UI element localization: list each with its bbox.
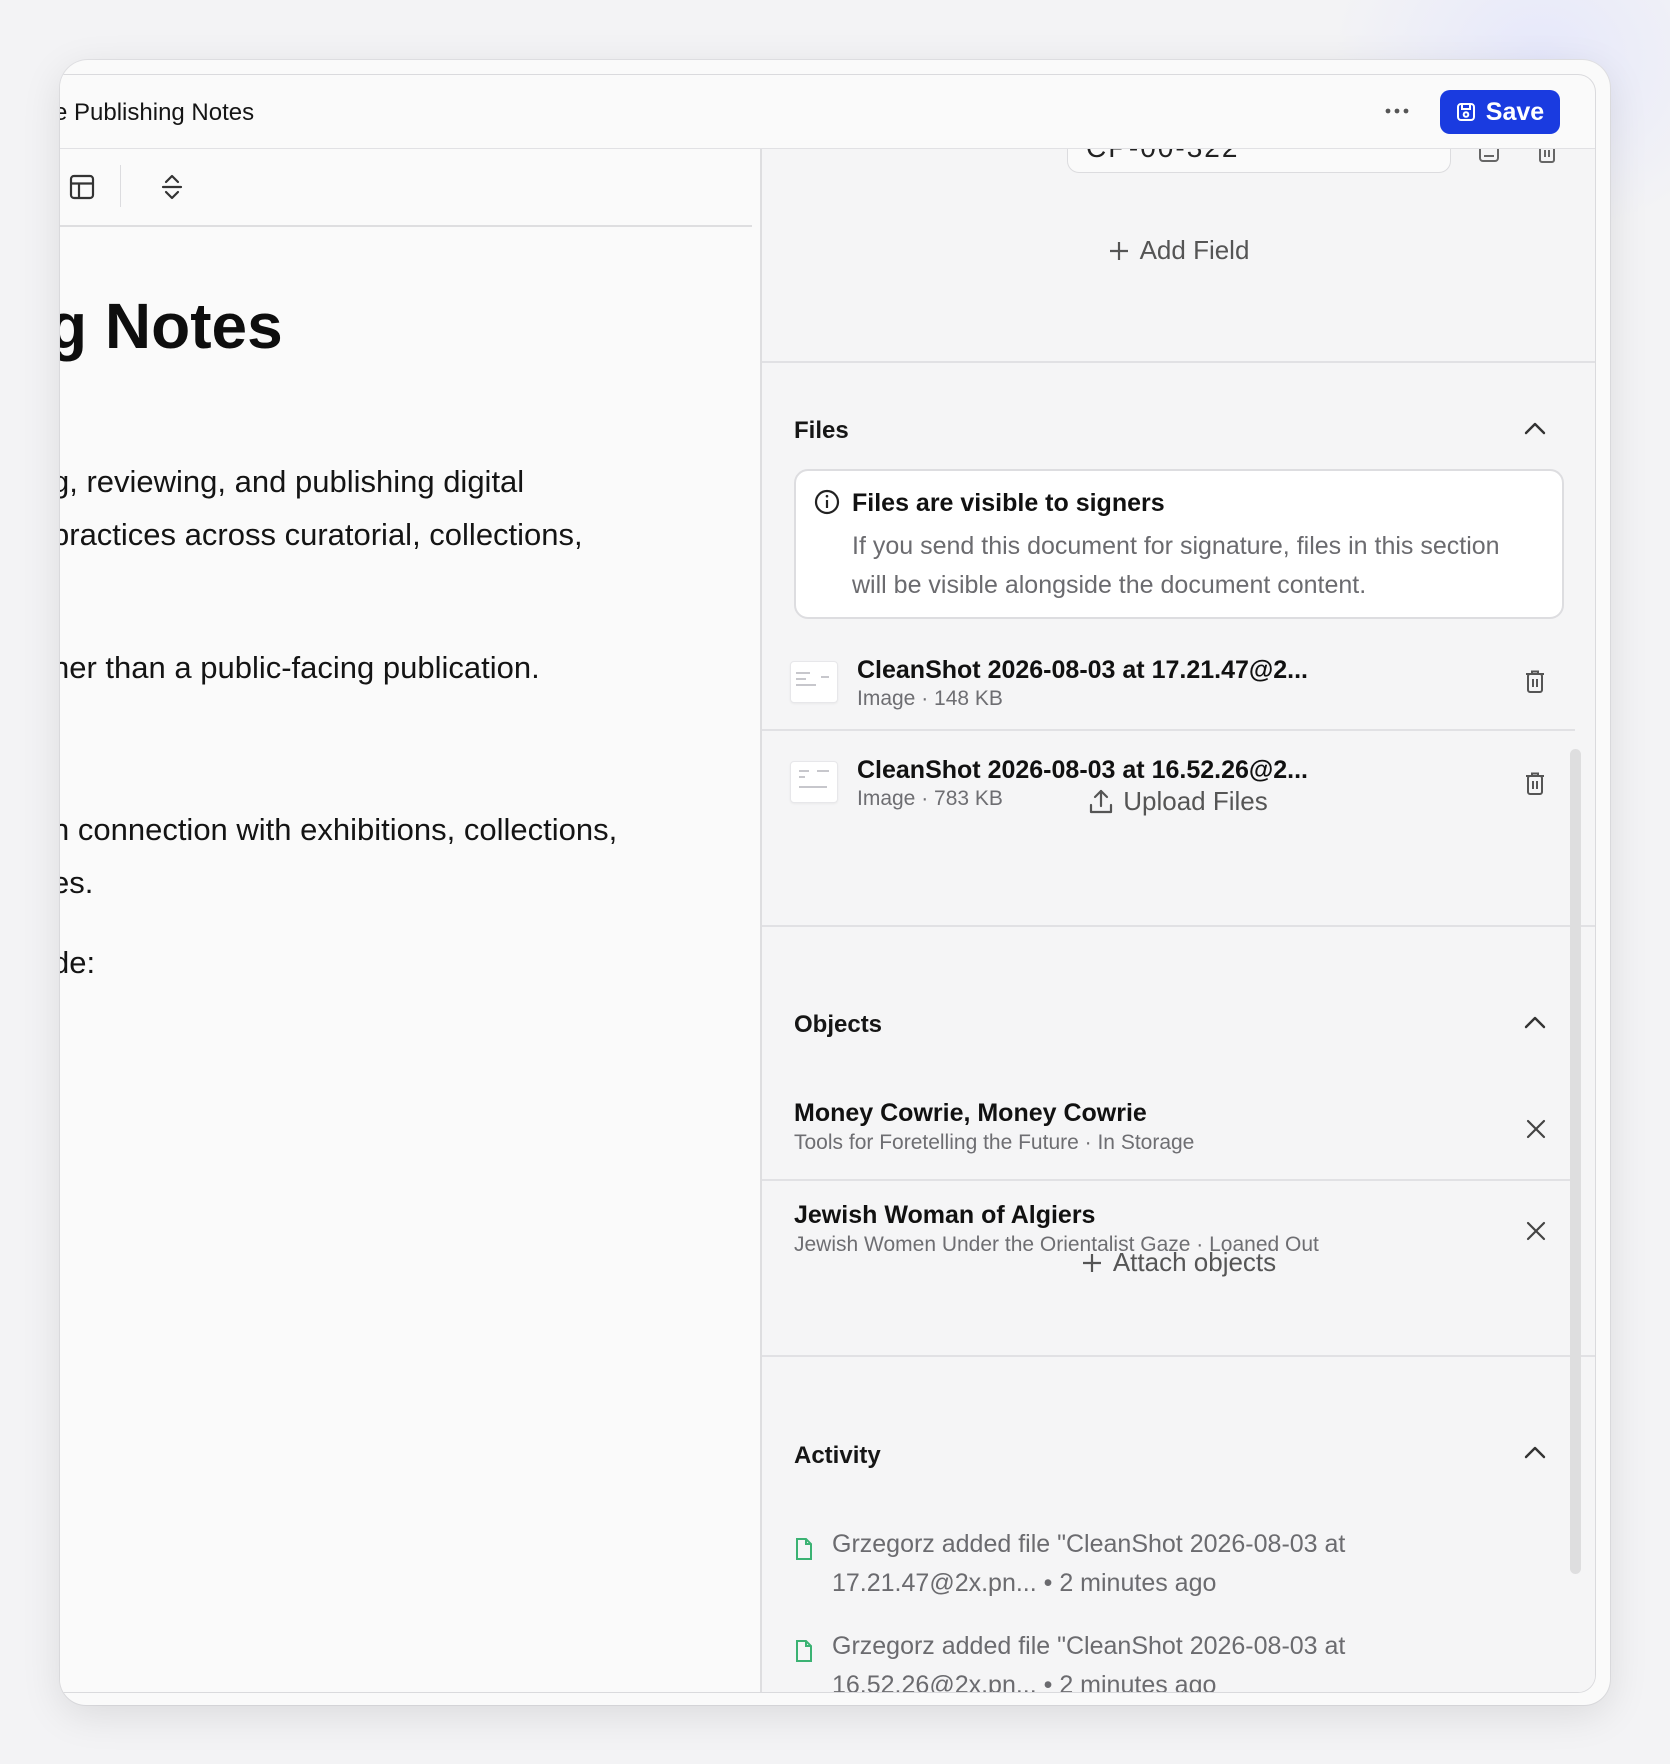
document-heading: g Notes (60, 290, 283, 362)
app-window: e Publishing Notes Save g Notes g, revie… (60, 60, 1610, 1705)
window-frame: e Publishing Notes Save g Notes g, revie… (60, 74, 1596, 1693)
chevron-up-icon (1524, 1446, 1546, 1459)
more-icon (1385, 108, 1409, 114)
field-value: CP-00-322 (1086, 149, 1239, 164)
files-collapse-toggle[interactable] (1522, 415, 1548, 441)
object-meta: Tools for Foretelling the Future · In St… (794, 1131, 1195, 1154)
paragraph-line: g, reviewing, and publishing digital (60, 464, 525, 499)
paragraph-line: es. (60, 865, 94, 900)
more-options-button[interactable] (1375, 89, 1419, 133)
objects-section-title: Objects (794, 1011, 883, 1038)
files-visibility-notice: Files are visible to signers If you send… (794, 469, 1564, 619)
save-icon (1456, 103, 1475, 121)
file-name: CleanShot 2026-08-03 at 17.21.47@2... (857, 656, 1309, 684)
section-divider (762, 1355, 1595, 1357)
insert-table-button[interactable] (66, 171, 98, 203)
remove-object-button[interactable] (1524, 1219, 1548, 1243)
table-icon (69, 174, 95, 200)
paragraph-line: practices across curatorial, collections… (60, 517, 583, 552)
collapse-icon (161, 174, 183, 200)
add-field-label: Add Field (1139, 235, 1250, 265)
object-name[interactable]: Jewish Woman of Algiers (794, 1201, 1095, 1230)
objects-collapse-toggle[interactable] (1522, 1009, 1548, 1035)
edit-field-button[interactable] (1476, 149, 1502, 165)
chevron-up-icon (1524, 422, 1546, 435)
plus-icon (1109, 241, 1128, 260)
file-icon (796, 1640, 812, 1662)
editor-pane: g Notes g, reviewing, and publishing dig… (60, 149, 759, 1692)
edit-icon (1479, 149, 1499, 162)
toolbar-separator (120, 165, 121, 207)
activity-item: Grzegorz added file "CleanShot 2026-08-0… (832, 1530, 1346, 1597)
close-icon (1526, 1221, 1546, 1241)
section-divider (762, 925, 1595, 927)
close-icon (1526, 1119, 1546, 1139)
notice-body: If you send this document for signature,… (852, 532, 1500, 599)
remove-object-button[interactable] (1524, 1117, 1548, 1141)
save-button[interactable]: Save (1440, 90, 1560, 134)
delete-field-button[interactable] (1534, 149, 1560, 165)
trash-icon (1539, 149, 1555, 163)
section-divider (762, 361, 1595, 363)
top-bar: e Publishing Notes Save (60, 75, 1595, 149)
file-thumbnail (790, 661, 838, 703)
activity-section-title: Activity (794, 1442, 881, 1469)
file-icon (796, 1538, 812, 1560)
upload-icon (1090, 789, 1113, 813)
plus-icon (1082, 1253, 1101, 1272)
collapse-button[interactable] (156, 171, 188, 203)
activity-item: Grzegorz added file "CleanShot 2026-08-0… (832, 1632, 1346, 1692)
notice-title: Files are visible to signers (852, 489, 1165, 517)
attach-objects-label: Attach objects (1112, 1247, 1277, 1277)
file-item[interactable]: CleanShot 2026-08-03 at 17.21.47@2... Im… (762, 629, 1582, 729)
side-panel: CP-00-322 Add Field Files Files are visi… (760, 149, 1595, 1692)
info-icon (814, 489, 840, 515)
delete-file-button[interactable] (1522, 667, 1548, 695)
field-value-input[interactable]: CP-00-322 (1067, 149, 1451, 173)
upload-files-label: Upload Files (1123, 786, 1268, 816)
activity-collapse-toggle[interactable] (1522, 1439, 1548, 1465)
trash-icon (1526, 670, 1544, 693)
save-label: Save (1485, 97, 1545, 126)
scrollbar[interactable] (1570, 749, 1581, 1574)
file-meta: Image · 148 KB (857, 687, 1003, 710)
chevron-up-icon (1524, 1016, 1546, 1029)
paragraph-line: de: (60, 945, 96, 980)
files-section-title: Files (794, 417, 849, 444)
upload-files-button[interactable]: Upload Files (762, 786, 1595, 817)
document-title: e Publishing Notes (60, 99, 255, 126)
attach-objects-button[interactable]: Attach objects (762, 1247, 1595, 1278)
paragraph-line: her than a public-facing publication. (60, 650, 540, 685)
paragraph-line: n connection with exhibitions, collectio… (60, 812, 618, 847)
file-name: CleanShot 2026-08-03 at 16.52.26@2... (857, 756, 1309, 784)
object-divider (762, 1179, 1575, 1181)
add-field-button[interactable]: Add Field (762, 235, 1595, 266)
editor-toolbar (60, 149, 752, 227)
object-name[interactable]: Money Cowrie, Money Cowrie (794, 1099, 1147, 1128)
